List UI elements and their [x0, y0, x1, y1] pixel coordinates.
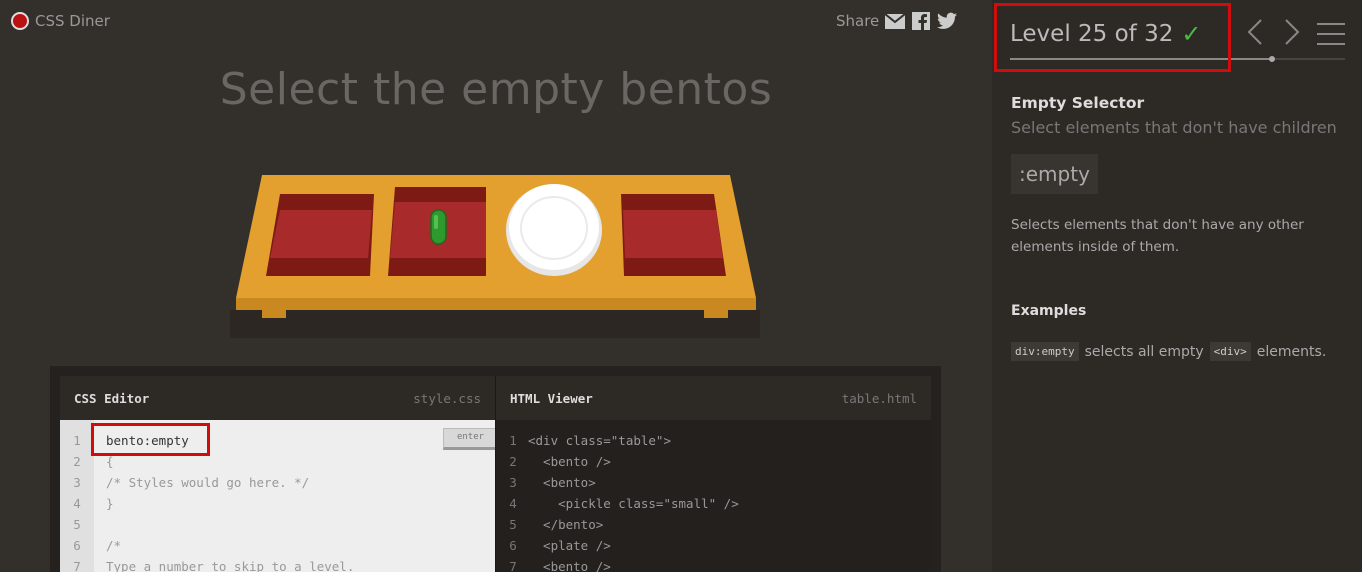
css-editor-title: CSS Editor [74, 390, 150, 406]
sidebar: Level 25 of 32 ✓ Empty Selector Select e… [992, 0, 1362, 572]
bento-with-pickle[interactable] [388, 187, 486, 276]
example-text-end: elements. [1256, 343, 1327, 360]
logo[interactable]: CSS Diner [11, 12, 110, 30]
html-line-numbers: 1 2 3 4 5 6 7 [496, 420, 530, 572]
twitter-icon[interactable] [937, 12, 958, 30]
css-code-line: } [106, 496, 114, 511]
line-number: 1 [509, 433, 517, 448]
css-code-line: Type a number to skip to a level. [106, 559, 355, 572]
mail-icon[interactable] [885, 12, 906, 30]
app-name: CSS Diner [35, 12, 110, 30]
line-number: 4 [73, 496, 81, 511]
level-progress-dot [1268, 56, 1275, 62]
line-number: 3 [73, 475, 81, 490]
example-text: selects all empty [1084, 343, 1204, 360]
example-row: div:empty selects all empty <div> elemen… [1011, 342, 1326, 361]
line-number: 7 [73, 559, 81, 572]
css-code-line: /* [106, 538, 122, 553]
table-scene [230, 170, 760, 340]
css-file-name: style.css [413, 390, 481, 406]
table-edge [236, 298, 756, 310]
selector-long-description: Selects elements that don't have any oth… [1011, 217, 1304, 255]
logo-icon [11, 12, 29, 30]
line-number: 2 [509, 454, 517, 469]
css-input-highlight [91, 423, 210, 456]
chevron-right-icon[interactable] [1283, 18, 1301, 52]
html-code: <div class="table"> <bento /> <bento> <p… [528, 430, 931, 572]
share-label: Share [836, 12, 880, 30]
enter-button[interactable]: enter [443, 428, 495, 450]
css-editor-header: CSS Editor style.css [60, 376, 495, 420]
html-code-line[interactable]: <bento /> [528, 451, 931, 472]
game-area: CSS Diner Share Select the empty bentos [0, 0, 992, 572]
pickle[interactable] [430, 209, 447, 245]
line-number: 2 [73, 454, 81, 469]
example-tag: <div> [1209, 342, 1251, 361]
selector-syntax: :empty [1011, 154, 1098, 194]
selector-description: Select elements that don't have children [1011, 118, 1337, 137]
line-number: 5 [509, 517, 517, 532]
html-code-line[interactable]: <plate /> [528, 535, 931, 556]
examples-title: Examples [1011, 303, 1087, 319]
editor-panel: CSS Editor style.css 1 2 3 4 5 6 7 bento… [50, 366, 941, 572]
html-code-line[interactable]: <pickle class="small" /> [528, 493, 931, 514]
line-number: 7 [509, 559, 517, 572]
html-file-name: table.html [841, 390, 917, 406]
html-viewer-header: HTML Viewer table.html [496, 376, 931, 420]
line-number: 3 [509, 475, 517, 490]
chevron-left-icon[interactable] [1246, 18, 1264, 52]
share-bar: Share [836, 12, 958, 30]
css-line-numbers: 1 2 3 4 5 6 7 [60, 420, 94, 572]
html-code-line[interactable]: <bento> [528, 472, 931, 493]
bento-empty-2[interactable] [621, 194, 726, 276]
css-code-line: /* Styles would go here. */ [106, 475, 310, 490]
html-code-line[interactable]: </bento> [528, 514, 931, 535]
instruction-title: Select the empty bentos [219, 64, 773, 115]
hamburger-icon[interactable] [1317, 22, 1345, 52]
html-viewer-title: HTML Viewer [510, 390, 593, 406]
html-viewer-body: 1 2 3 4 5 6 7 <div class="table"> <bento… [496, 420, 931, 572]
html-viewer: HTML Viewer table.html 1 2 3 4 5 6 7 <di… [495, 376, 931, 572]
line-number: 5 [73, 517, 81, 532]
line-number: 4 [509, 496, 517, 511]
html-code-line[interactable]: <div class="table"> [528, 430, 931, 451]
level-highlight [994, 3, 1231, 72]
line-number: 1 [73, 433, 81, 448]
css-code-line [106, 514, 495, 535]
html-code-line[interactable]: <bento /> [528, 556, 931, 572]
bento-empty-1[interactable] [266, 194, 374, 276]
line-number: 6 [73, 538, 81, 553]
css-editor: CSS Editor style.css 1 2 3 4 5 6 7 bento… [60, 376, 495, 572]
line-number: 6 [509, 538, 517, 553]
example-code: div:empty [1011, 342, 1079, 361]
plate[interactable] [506, 184, 602, 276]
selector-name: Empty Selector [1011, 94, 1145, 112]
facebook-icon[interactable] [911, 12, 931, 30]
table-shadow [230, 310, 760, 338]
